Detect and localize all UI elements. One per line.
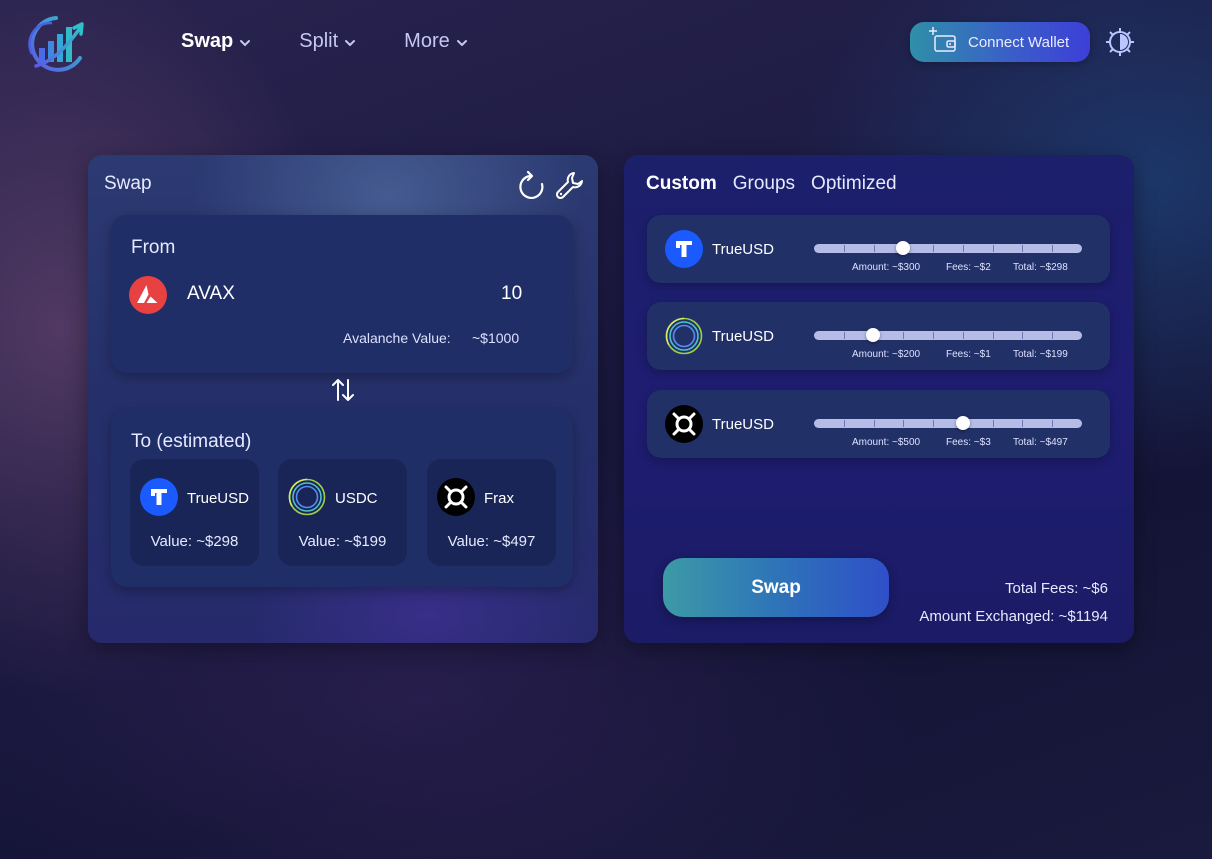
slider-tick: [903, 332, 904, 339]
allocation-slider[interactable]: [814, 328, 1082, 342]
slider-knob[interactable]: [866, 328, 880, 342]
slider-tick: [844, 420, 845, 427]
from-label: From: [131, 237, 176, 258]
slider-tick: [963, 332, 964, 339]
tab-optimized[interactable]: Optimized: [811, 173, 897, 195]
from-value-label: Avalanche Value:: [343, 330, 451, 346]
chevron-down-icon: [456, 40, 467, 47]
nav-split[interactable]: Split: [299, 30, 356, 53]
slider-tick: [844, 245, 845, 252]
trueusd-icon: [140, 478, 178, 516]
allocation-total: Total: ~$497: [1013, 437, 1068, 448]
slider-tick: [874, 245, 875, 252]
nav-more[interactable]: More: [404, 30, 468, 53]
slider-tick: [933, 420, 934, 427]
settings-icon[interactable]: [1104, 26, 1136, 58]
to-token-trueusd[interactable]: TrueUSD Value: ~$298: [130, 459, 259, 566]
allocation-panel: Custom Groups Optimized TrueUSD Amount: …: [624, 155, 1134, 643]
from-value: ~$1000: [472, 330, 520, 346]
nav-swap-label: Swap: [181, 30, 234, 52]
allocation-slider[interactable]: [814, 416, 1082, 430]
swap-panel: Swap From AVAX 10 Avalanche Value: ~$100…: [88, 155, 598, 643]
allocation-fees: Fees: ~$3: [946, 437, 991, 448]
slider-tick: [1022, 245, 1023, 252]
slider-tick: [874, 420, 875, 427]
allocation-row: TrueUSD Amount: ~$300 Fees: ~$2 Total: ~…: [647, 215, 1110, 283]
to-card: To (estimated) TrueUSD Value: ~$298 USDC…: [111, 409, 573, 587]
slider-tick: [1022, 420, 1023, 427]
allocation-row: TrueUSD Amount: ~$200 Fees: ~$1 Total: ~…: [647, 302, 1110, 370]
frax-icon: [665, 405, 703, 443]
allocation-total: Total: ~$298: [1013, 262, 1068, 273]
swap-direction-icon[interactable]: [330, 377, 356, 403]
slider-tick: [933, 332, 934, 339]
allocation-row: TrueUSD Amount: ~$500 Fees: ~$3 Total: ~…: [647, 390, 1110, 458]
amount-exchanged: Amount Exchanged: ~$1194: [919, 608, 1108, 625]
slider-tick: [993, 420, 994, 427]
chevron-down-icon: [345, 40, 356, 47]
slider-tick: [903, 420, 904, 427]
slider-tick: [844, 332, 845, 339]
token-value: Value: ~$199: [298, 533, 387, 550]
refresh-icon[interactable]: [518, 171, 546, 201]
usdc-icon: [288, 478, 326, 516]
slider-tick: [1052, 245, 1053, 252]
slider-tick: [993, 332, 994, 339]
logo-icon[interactable]: [22, 14, 88, 74]
trueusd-icon: [665, 230, 703, 268]
wrench-icon[interactable]: [556, 171, 584, 199]
main-nav: Swap Split More: [181, 30, 516, 53]
tab-groups[interactable]: Groups: [733, 173, 795, 195]
allocation-slider[interactable]: [814, 241, 1082, 255]
allocation-token-name: TrueUSD: [712, 241, 774, 258]
to-label: To (estimated): [131, 431, 252, 452]
allocation-fees: Fees: ~$1: [946, 349, 991, 360]
avax-icon: [129, 276, 167, 314]
nav-more-label: More: [404, 30, 450, 52]
slider-tick: [1052, 420, 1053, 427]
slider-knob[interactable]: [956, 416, 970, 430]
swap-button[interactable]: Swap: [663, 558, 889, 617]
allocation-fees: Fees: ~$2: [946, 262, 991, 273]
token-value: Value: ~$497: [447, 533, 536, 550]
swap-panel-title: Swap: [104, 173, 152, 194]
connect-wallet-label: Connect Wallet: [968, 33, 1070, 51]
chevron-down-icon: [240, 40, 251, 47]
total-fees: Total Fees: ~$6: [1005, 580, 1108, 597]
allocation-tabs: Custom Groups Optimized: [646, 173, 913, 195]
token-value: Value: ~$298: [150, 533, 239, 550]
allocation-amount: Amount: ~$200: [852, 349, 921, 360]
slider-knob[interactable]: [896, 241, 910, 255]
slider-tick: [1022, 332, 1023, 339]
allocation-amount: Amount: ~$300: [852, 262, 921, 273]
usdc-icon: [665, 317, 703, 355]
wallet-icon: [929, 27, 956, 52]
token-name: Frax: [484, 490, 514, 507]
slider-tick: [963, 245, 964, 252]
from-amount[interactable]: 10: [501, 283, 522, 305]
allocation-amount: Amount: ~$500: [852, 437, 921, 448]
slider-tick: [1052, 332, 1053, 339]
from-token-name: AVAX: [187, 283, 235, 304]
from-card: From AVAX 10 Avalanche Value: ~$1000: [111, 215, 573, 373]
nav-swap[interactable]: Swap: [181, 30, 251, 53]
allocation-total: Total: ~$199: [1013, 349, 1068, 360]
token-name: USDC: [335, 490, 378, 507]
tab-custom[interactable]: Custom: [646, 173, 717, 195]
slider-tick: [993, 245, 994, 252]
allocation-token-name: TrueUSD: [712, 328, 774, 345]
allocation-token-name: TrueUSD: [712, 416, 774, 433]
nav-split-label: Split: [299, 30, 339, 52]
to-token-frax[interactable]: Frax Value: ~$497: [427, 459, 556, 566]
frax-icon: [437, 478, 475, 516]
to-token-usdc[interactable]: USDC Value: ~$199: [278, 459, 407, 566]
slider-tick: [933, 245, 934, 252]
token-name: TrueUSD: [187, 490, 249, 507]
connect-wallet-button[interactable]: Connect Wallet: [910, 22, 1090, 62]
